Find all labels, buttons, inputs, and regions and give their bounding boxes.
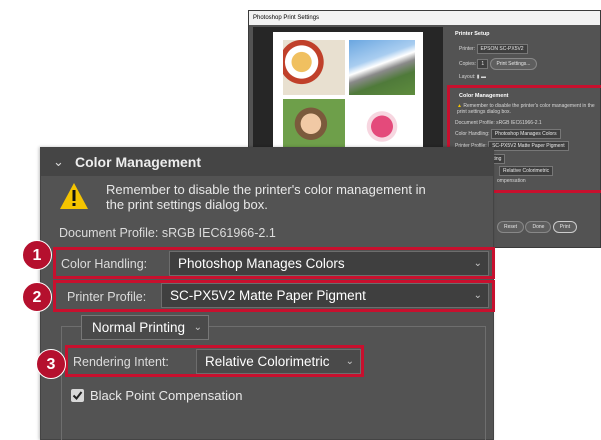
black-point-compensation-row[interactable]: Black Point Compensation — [71, 388, 242, 403]
dropdown-caret-icon: ⌄ — [473, 258, 482, 269]
printer-setup-heading: Printer Setup — [455, 31, 490, 37]
dropdown-caret-icon: ⌄ — [193, 322, 202, 333]
printer-select[interactable]: EPSON SC-PX5V2 — [476, 44, 528, 54]
rendering-intent-label: Rendering Intent: — [73, 355, 169, 369]
photo-flowers-thumbnail — [349, 99, 415, 154]
callout-badge-2: 2 — [22, 282, 52, 312]
dropdown-caret-icon: ⌄ — [345, 356, 354, 367]
color-handling-value: Photoshop Manages Colors — [178, 256, 345, 271]
layout-label: Layout: — [459, 74, 476, 80]
landscape-layout-icon[interactable]: ▬ — [481, 74, 486, 80]
callout-badge-3: 3 — [36, 349, 66, 379]
print-settings-button[interactable]: Print Settings... — [489, 58, 538, 70]
print-button[interactable]: Print — [552, 221, 578, 233]
rendering-intent-value: Relative Colorimetric — [205, 354, 330, 369]
chevron-down-icon[interactable]: ⌄ — [53, 154, 65, 169]
print-mode-dropdown[interactable]: Normal Printing ⌄ — [81, 315, 209, 340]
rendering-intent-dropdown[interactable]: Relative Colorimetric ⌄ — [196, 349, 361, 374]
layout-row: Layout: ▮ ▬ — [459, 74, 486, 80]
bg-dialog-buttons: Reset Done Print — [497, 221, 578, 233]
portrait-layout-icon[interactable]: ▮ — [477, 74, 480, 80]
warning-message: Remember to disable the printer's color … — [106, 182, 426, 212]
black-point-compensation-checkbox[interactable] — [71, 389, 84, 402]
printer-label: Printer: — [459, 46, 476, 52]
warning-icon — [59, 182, 89, 215]
done-button[interactable]: Done — [525, 221, 552, 233]
copies-label: Copies: — [459, 61, 476, 67]
copies-input[interactable]: 1 — [477, 59, 489, 69]
callout-badge-1: 1 — [22, 240, 52, 270]
checkmark-icon — [72, 391, 83, 401]
printer-profile-dropdown[interactable]: SC-PX5V2 Matte Paper Pigment ⌄ — [161, 283, 489, 308]
dropdown-caret-icon: ⌄ — [473, 290, 482, 301]
panel-title: Color Management — [75, 154, 202, 170]
printer-row: Printer: EPSON SC-PX5V2 — [459, 44, 528, 54]
print-mode-group — [61, 326, 486, 440]
color-handling-dropdown[interactable]: Photoshop Manages Colors ⌄ — [169, 251, 489, 276]
document-profile: Document Profile: sRGB IEC61966-2.1 — [59, 226, 276, 240]
printer-profile-label: Printer Profile: — [67, 290, 147, 304]
panel-header[interactable]: ⌄ Color Management — [41, 148, 493, 176]
photo-children-thumbnail — [283, 99, 345, 154]
printer-profile-value: SC-PX5V2 Matte Paper Pigment — [170, 288, 366, 303]
photo-food-thumbnail — [283, 40, 345, 95]
copies-row: Copies: 1 Print Settings... — [459, 58, 538, 70]
photo-mountain-thumbnail — [349, 40, 415, 95]
color-handling-label: Color Handling: — [61, 257, 148, 271]
print-mode-value: Normal Printing — [92, 320, 186, 335]
reset-button[interactable]: Reset — [497, 221, 525, 233]
color-management-panel: ⌄ Color Management Remember to disable t… — [40, 147, 495, 440]
black-point-compensation-label: Black Point Compensation — [90, 388, 243, 403]
dialog-titlebar: Photoshop Print Settings — [249, 11, 600, 25]
